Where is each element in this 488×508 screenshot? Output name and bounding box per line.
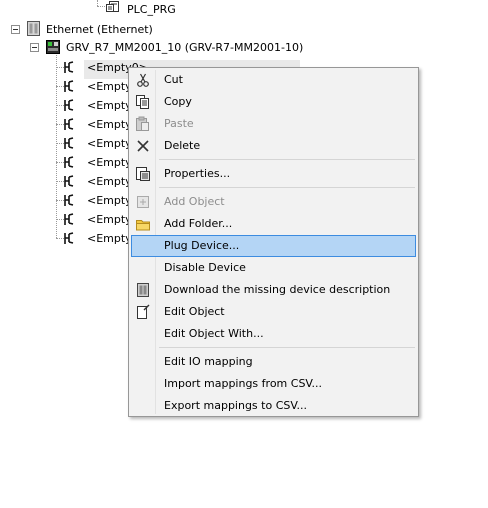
empty-slot-icon — [64, 232, 74, 248]
menu-item-properties[interactable]: Properties... — [131, 163, 416, 185]
ethernet-device-icon — [27, 21, 40, 39]
tree-guide-line — [56, 124, 64, 125]
tree-item-label: GRV_R7_MM2001_10 (GRV-R7-MM2001-10) — [66, 41, 304, 54]
tree-item-label: Ethernet (Ethernet) — [46, 23, 153, 36]
tree-guide-line — [56, 200, 64, 201]
tree-guide-line — [56, 162, 64, 163]
paste-icon — [135, 116, 151, 132]
tree-item-label: PLC_PRG — [127, 3, 176, 16]
menu-item-label: Edit IO mapping — [164, 355, 253, 368]
menu-item-label: Disable Device — [164, 261, 246, 274]
menu-item-label: Edit Object — [164, 305, 225, 318]
menu-item-cut[interactable]: Cut — [131, 69, 416, 91]
menu-item-label: Add Object — [164, 195, 225, 208]
tree-guide-line — [56, 86, 64, 87]
empty-slot-icon — [64, 175, 74, 191]
menu-item-import-mappings-from-csv[interactable]: Import mappings from CSV... — [131, 373, 416, 395]
menu-separator — [159, 159, 415, 160]
empty-slot-icon — [64, 194, 74, 210]
empty-slot-icon — [64, 213, 74, 229]
collapse-toggle-icon[interactable] — [30, 43, 39, 52]
menu-item-plug-device[interactable]: Plug Device... — [131, 235, 416, 257]
menu-separator — [159, 347, 415, 348]
menu-item-label: Download the missing device description — [164, 283, 391, 296]
edit-object-icon — [135, 304, 151, 320]
empty-slot-icon — [64, 99, 74, 115]
tree-guide-line — [56, 181, 64, 182]
menu-item-edit-object[interactable]: Edit Object — [131, 301, 416, 323]
tree-item-ethernet[interactable]: Ethernet (Ethernet) — [0, 21, 488, 40]
menu-item-label: Edit Object With... — [164, 327, 264, 340]
menu-item-label: Paste — [164, 117, 194, 130]
menu-item-label: Properties... — [164, 167, 231, 180]
tree-guide-line — [56, 67, 64, 68]
delete-x-icon — [135, 138, 151, 154]
tree-item-module[interactable]: GRV_R7_MM2001_10 (GRV-R7-MM2001-10) — [0, 40, 488, 59]
menu-item-label: Copy — [164, 95, 192, 108]
menu-item-add-folder[interactable]: Add Folder... — [131, 213, 416, 235]
copy-icon — [135, 94, 151, 110]
tree-guide-line — [56, 143, 64, 144]
collapse-toggle-icon[interactable] — [11, 25, 20, 34]
menu-item-edit-object-with[interactable]: Edit Object With... — [131, 323, 416, 345]
folder-icon — [135, 216, 151, 232]
empty-slot-icon — [64, 156, 74, 172]
empty-slot-icon — [64, 118, 74, 134]
add-object-icon — [135, 194, 151, 210]
menu-item-paste[interactable]: Paste — [131, 113, 416, 135]
empty-slot-icon — [64, 137, 74, 153]
menu-item-copy[interactable]: Copy — [131, 91, 416, 113]
menu-item-label: Add Folder... — [164, 217, 233, 230]
module-icon — [46, 40, 60, 57]
tree-guide-line — [56, 238, 64, 239]
menu-item-disable-device[interactable]: Disable Device — [131, 257, 416, 279]
empty-slot-icon — [64, 61, 74, 77]
menu-item-export-mappings-to-csv[interactable]: Export mappings to CSV... — [131, 395, 416, 417]
context-menu: Cut Copy Paste Delete Properties... Add Objec… — [128, 67, 419, 417]
menu-item-label: Import mappings from CSV... — [164, 377, 323, 390]
menu-item-add-object[interactable]: Add Object — [131, 191, 416, 213]
menu-item-download-the-missing-device-description[interactable]: Download the missing device description — [131, 279, 416, 301]
program-icon — [106, 1, 120, 16]
tree-guide-line — [56, 105, 64, 106]
device-description-icon — [135, 282, 151, 298]
scissors-icon — [135, 72, 151, 88]
tree-item-plc-prg[interactable]: PLC_PRG — [0, 0, 488, 19]
menu-separator — [159, 187, 415, 188]
properties-icon — [135, 166, 151, 182]
menu-item-label: Delete — [164, 139, 201, 152]
menu-item-delete[interactable]: Delete — [131, 135, 416, 157]
menu-item-label: Export mappings to CSV... — [164, 399, 307, 412]
menu-item-edit-io-mapping[interactable]: Edit IO mapping — [131, 351, 416, 373]
tree-guide-line — [56, 219, 64, 220]
menu-item-label: Cut — [164, 73, 183, 86]
menu-item-label: Plug Device... — [164, 239, 240, 252]
empty-slot-icon — [64, 80, 74, 96]
